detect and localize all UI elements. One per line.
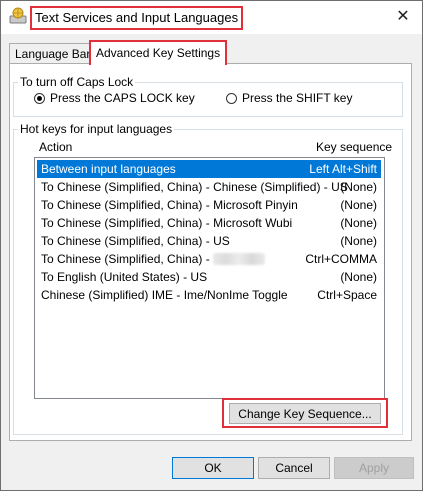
change-key-sequence-highlight: Change Key Sequence...	[222, 398, 388, 428]
caps-lock-key-radio[interactable]: Press the CAPS LOCK key	[34, 90, 195, 106]
table-row[interactable]: To Chinese (Simplified, China) - Ctrl+CO…	[37, 250, 381, 268]
tab-advanced-key-settings[interactable]: Advanced Key Settings	[89, 40, 228, 65]
row-action: To Chinese (Simplified, China) - Microso…	[41, 216, 293, 230]
table-row[interactable]: To Chinese (Simplified, China) - Chinese…	[37, 178, 381, 196]
row-key: (None)	[340, 234, 377, 248]
row-key: (None)	[340, 216, 377, 230]
apply-button[interactable]: Apply	[334, 457, 414, 479]
keyboard-globe-icon	[9, 7, 27, 24]
column-header-action: Action	[39, 140, 73, 154]
hotkeys-legend: Hot keys for input languages	[20, 122, 173, 136]
radio-empty-icon	[226, 92, 237, 104]
redacted-blur	[212, 253, 265, 265]
tab-language-bar[interactable]: Language Bar	[9, 43, 97, 64]
title-bar: Text Services and Input Languages ✕	[1, 1, 422, 34]
row-action: Between input languages	[41, 162, 176, 176]
change-key-sequence-button[interactable]: Change Key Sequence...	[229, 403, 381, 424]
row-key: Ctrl+Space	[317, 288, 377, 302]
caps-lock-legend: To turn off Caps Lock	[20, 75, 134, 89]
table-row[interactable]: To Chinese (Simplified, China) - Microso…	[37, 214, 381, 232]
shift-key-radio[interactable]: Press the SHIFT key	[226, 90, 352, 106]
ok-button[interactable]: OK	[172, 457, 254, 479]
row-action: To Chinese (Simplified, China) - US	[41, 234, 230, 248]
radio-selected-icon	[34, 92, 45, 104]
shift-key-label: Press the SHIFT key	[242, 91, 353, 105]
column-header-key-sequence: Key sequence	[316, 140, 393, 154]
row-action: To Chinese (Simplified, China) - Chinese…	[41, 180, 348, 194]
table-row[interactable]: To Chinese (Simplified, China) - US (Non…	[37, 232, 381, 250]
table-row[interactable]: Between input languages Left Alt+Shift	[37, 160, 381, 178]
table-row[interactable]: Chinese (Simplified) IME - Ime/NonIme To…	[37, 286, 381, 304]
row-action: To Chinese (Simplified, China) -	[41, 250, 265, 268]
row-key: (None)	[340, 180, 377, 194]
row-key: (None)	[340, 198, 377, 212]
row-action: Chinese (Simplified) IME - Ime/NonIme To…	[41, 288, 288, 302]
row-key: Ctrl+COMMA	[305, 252, 377, 266]
close-icon[interactable]: ✕	[391, 6, 415, 28]
row-key: (None)	[340, 270, 377, 284]
cancel-button[interactable]: Cancel	[258, 457, 330, 479]
hotkeys-list[interactable]: Between input languages Left Alt+Shift T…	[34, 157, 385, 399]
row-action: To English (United States) - US	[41, 270, 208, 284]
caps-lock-key-label: Press the CAPS LOCK key	[50, 91, 195, 105]
row-key: Left Alt+Shift	[309, 162, 377, 176]
row-action-text: To Chinese (Simplified, China) -	[41, 252, 210, 266]
row-action: To Chinese (Simplified, China) - Microso…	[41, 198, 298, 212]
table-row[interactable]: To Chinese (Simplified, China) - Microso…	[37, 196, 381, 214]
tab-strip: Language Bar Advanced Key Settings	[9, 40, 412, 65]
window-title: Text Services and Input Languages	[30, 6, 244, 30]
table-row[interactable]: To English (United States) - US (None)	[37, 268, 381, 286]
